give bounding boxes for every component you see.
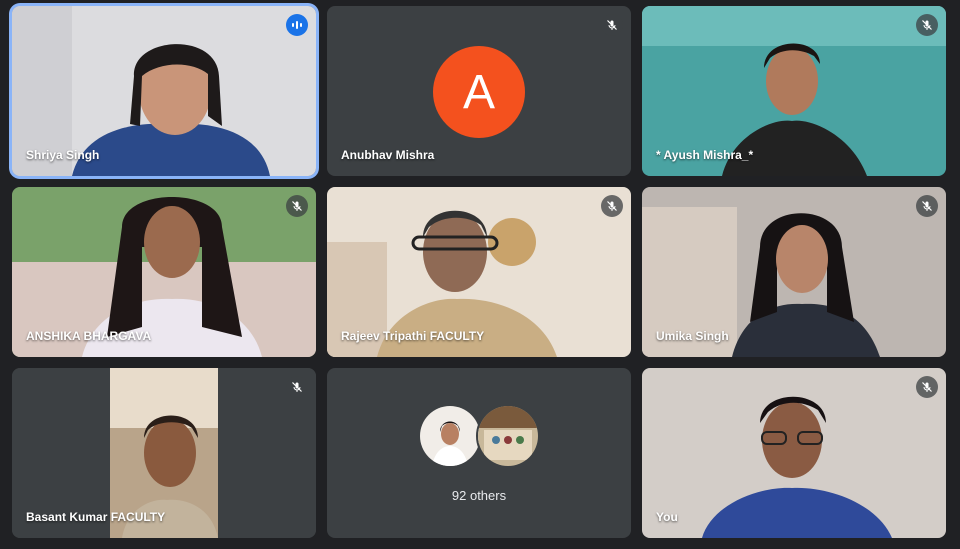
participant-name: Umika Singh bbox=[656, 329, 729, 343]
participant-name: Rajeev Tripathi FACULTY bbox=[341, 329, 485, 343]
participant-tile-shriya-singh[interactable]: Shriya Singh bbox=[12, 6, 316, 176]
participant-name: * Ayush Mishra_* bbox=[656, 148, 754, 162]
mic-off-icon bbox=[286, 195, 308, 217]
mic-off-icon bbox=[916, 14, 938, 36]
others-count: 92 others bbox=[451, 488, 507, 503]
avatar bbox=[476, 404, 540, 468]
mic-off-icon bbox=[916, 376, 938, 398]
others-avatars bbox=[327, 404, 631, 468]
participant-name: ANSHIKA BHARGAVA bbox=[26, 329, 152, 343]
participant-tile-umika-singh[interactable]: Umika Singh bbox=[642, 187, 946, 357]
participant-tile-ayush-mishra[interactable]: * Ayush Mishra_* bbox=[642, 6, 946, 176]
mic-off-icon bbox=[601, 195, 623, 217]
audio-level-icon bbox=[286, 14, 308, 36]
participant-name: Anubhav Mishra bbox=[341, 148, 435, 162]
participant-tile-rajeev-tripathi[interactable]: Rajeev Tripathi FACULTY bbox=[327, 187, 631, 357]
mic-off-icon bbox=[286, 376, 308, 398]
mic-off-icon bbox=[916, 195, 938, 217]
video-feed bbox=[642, 368, 946, 538]
participant-tile-you[interactable]: You bbox=[642, 368, 946, 538]
participant-name: Basant Kumar FACULTY bbox=[26, 510, 166, 524]
others-tile[interactable]: 92 others bbox=[327, 368, 631, 538]
participant-tile-basant-kumar[interactable]: Basant Kumar FACULTY bbox=[12, 368, 316, 538]
avatar: A bbox=[433, 46, 525, 138]
participant-name: Shriya Singh bbox=[26, 148, 100, 162]
participant-tile-anubhav-mishra[interactable]: A Anubhav Mishra bbox=[327, 6, 631, 176]
avatar bbox=[418, 404, 482, 468]
mic-off-icon bbox=[601, 14, 623, 36]
participant-tile-anshika-bhargava[interactable]: ANSHIKA BHARGAVA bbox=[12, 187, 316, 357]
participant-name: You bbox=[656, 510, 678, 524]
